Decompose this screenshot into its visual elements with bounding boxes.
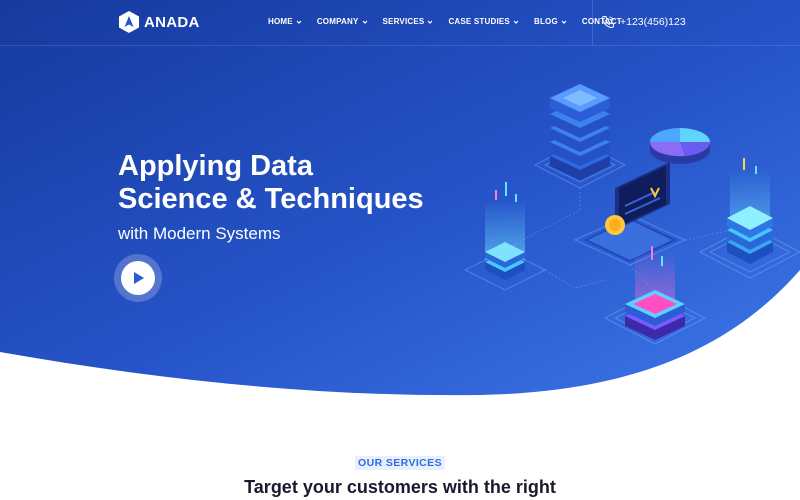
nav-item-case-studies[interactable]: CASE STUDIES bbox=[448, 17, 519, 26]
hero-subtitle: with Modern Systems bbox=[118, 224, 281, 243]
chevron-down-icon bbox=[561, 20, 567, 24]
nav-item-company[interactable]: COMPANY bbox=[317, 17, 368, 26]
hero-title-line-1: Applying Data bbox=[118, 150, 313, 182]
phone-contact[interactable]: +123(456)123 bbox=[601, 15, 686, 29]
nav-item-home[interactable]: HOME bbox=[268, 17, 302, 26]
play-icon bbox=[134, 272, 144, 284]
brand-logo[interactable]: ANADA bbox=[118, 10, 200, 34]
services-eyebrow: OUR SERVICES bbox=[0, 456, 800, 470]
nav-item-services[interactable]: SERVICES bbox=[383, 17, 434, 26]
chevron-down-icon bbox=[513, 20, 519, 24]
chevron-down-icon bbox=[362, 20, 367, 24]
hexagon-logo-icon bbox=[119, 11, 139, 33]
services-title: Target your customers with the right bbox=[244, 477, 556, 497]
phone-number: +123(456)123 bbox=[620, 16, 686, 28]
hero-title-line-2: Science & Techniques bbox=[118, 183, 424, 215]
chevron-down-icon bbox=[428, 20, 433, 24]
hero-title: Applying Data Science & Techniques bbox=[118, 150, 478, 216]
top-navigation: ANADA HOME COMPANY SERVICES CASE STUDIES… bbox=[0, 0, 800, 46]
brand-name: ANADA bbox=[144, 13, 200, 31]
play-video-button[interactable] bbox=[114, 254, 162, 302]
chevron-down-icon bbox=[296, 20, 302, 24]
main-menu: HOME COMPANY SERVICES CASE STUDIES BLOG … bbox=[268, 17, 637, 26]
nav-divider bbox=[592, 0, 593, 46]
phone-icon bbox=[601, 16, 614, 29]
nav-item-blog[interactable]: BLOG bbox=[534, 17, 567, 26]
data-science-illustration bbox=[463, 84, 800, 345]
services-eyebrow-label: OUR SERVICES bbox=[355, 456, 445, 470]
hero-section: ANADA HOME COMPANY SERVICES CASE STUDIES… bbox=[0, 0, 800, 500]
